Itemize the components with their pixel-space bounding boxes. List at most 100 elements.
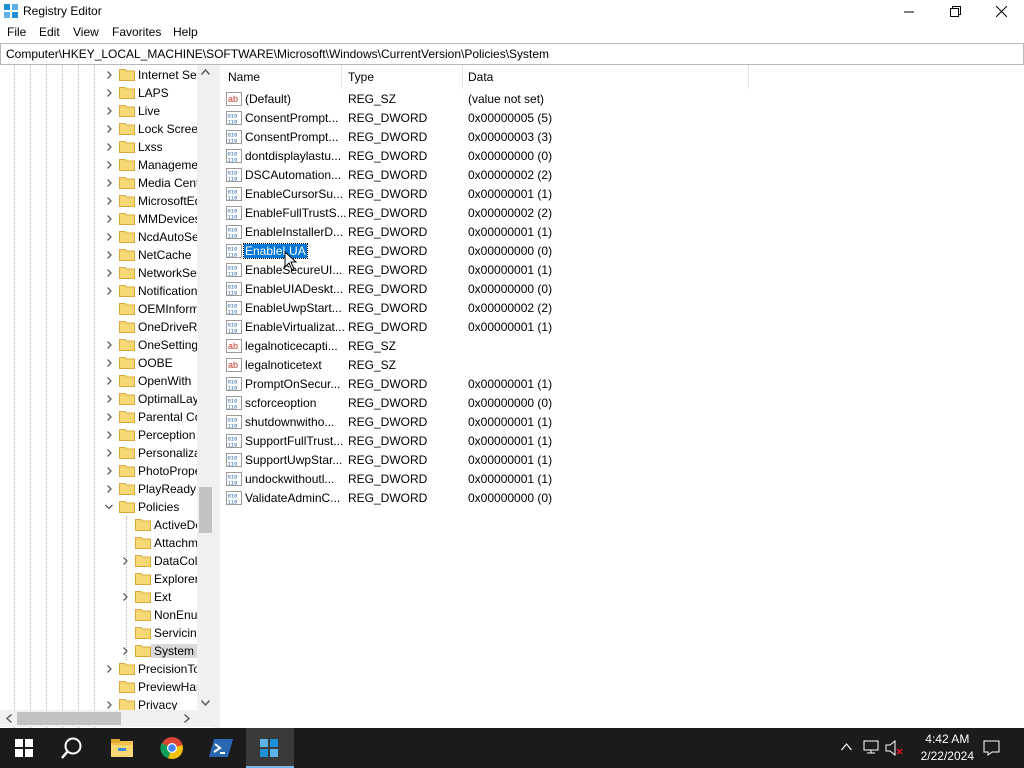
tree-item[interactable]: Live [0,102,200,120]
tree-item[interactable]: Lock Screen [0,120,205,138]
expand-chevron-icon[interactable] [104,123,114,135]
tree-item[interactable]: LAPS [0,84,200,102]
menu-edit[interactable]: Edit [39,25,60,39]
tree-item[interactable]: DataCol [0,552,200,570]
value-row[interactable]: 010 110 SupportFullTrust... REG_DWORD 0x0000… [220,432,820,451]
value-row[interactable]: 010 110 SupportUwpStar... REG_DWORD 0x000000… [220,451,820,470]
tree-item[interactable]: System [0,642,200,660]
tree-item[interactable]: MicrosoftEd [0,192,201,210]
expand-chevron-icon[interactable] [104,141,114,153]
expand-chevron-icon[interactable] [104,87,114,99]
taskbar-powershell[interactable] [197,728,245,768]
close-button[interactable] [978,0,1024,23]
expand-chevron-icon[interactable] [104,393,114,405]
minimize-button[interactable] [886,0,932,23]
expand-chevron-icon[interactable] [104,339,114,351]
collapse-chevron-icon[interactable] [104,501,114,513]
column-header-type[interactable]: Type [348,70,374,84]
value-row[interactable]: 010 110 EnableInstallerD... REG_DWORD 0x0000… [220,223,820,242]
expand-chevron-icon[interactable] [104,375,114,387]
tree-horizontal-scrollbar[interactable] [0,710,214,727]
tree-item[interactable]: OpenWith [0,372,200,390]
taskbar-clock[interactable]: 4:42 AM 2/22/2024 [921,731,974,765]
expand-chevron-icon[interactable] [104,465,114,477]
value-row[interactable]: 010 110 shutdownwitho... REG_DWORD 0x0000000… [220,413,820,432]
expand-chevron-icon[interactable] [104,105,114,117]
column-divider[interactable] [341,65,342,89]
value-row[interactable]: 010 110 ValidateAdminC... REG_DWORD 0x000000… [220,489,820,508]
tree-item[interactable]: OneSetting [0,336,200,354]
tree-item[interactable]: Parental Co [0,408,201,426]
expand-chevron-icon[interactable] [104,357,114,369]
scroll-right-icon[interactable] [184,714,190,723]
value-row[interactable]: 010 110 undockwithoutl... REG_DWORD 0x000000… [220,470,820,489]
tree-item[interactable]: PreviewHar [0,678,200,696]
tree-item[interactable]: Media Cent [0,174,200,192]
scroll-up-icon[interactable] [201,69,210,75]
expand-chevron-icon[interactable] [104,411,114,423]
value-row[interactable]: 010 110 ConsentPrompt... REG_DWORD 0x0000000… [220,109,820,128]
search-button[interactable] [48,728,96,768]
tree-item[interactable]: OneDriveRa [0,318,204,336]
value-row[interactable]: 010 110 ConsentPrompt... REG_DWORD 0x0000000… [220,128,820,147]
value-row[interactable]: 010 110 EnableVirtualizat... REG_DWORD 0x000… [220,318,820,337]
address-bar[interactable]: Computer\HKEY_LOCAL_MACHINE\SOFTWARE\Mic… [0,43,1024,65]
tree-item[interactable]: Perception [0,426,200,444]
expand-chevron-icon[interactable] [104,249,114,261]
tree-vertical-scrollbar[interactable] [197,65,214,711]
network-icon[interactable] [863,740,879,754]
expand-chevron-icon[interactable] [120,555,130,567]
show-hidden-icons-icon[interactable] [841,743,852,751]
scroll-left-icon[interactable] [6,714,12,723]
expand-chevron-icon[interactable] [104,69,114,81]
column-divider[interactable] [462,65,463,89]
tree-item[interactable]: NcdAutoSe [0,228,200,246]
value-row[interactable]: ab legalnoticecapti... REG_SZ [220,337,820,356]
tree-item[interactable]: Personaliza [0,444,201,462]
expand-chevron-icon[interactable] [104,213,114,225]
tree-vscroll-thumb[interactable] [199,487,212,533]
expand-chevron-icon[interactable] [120,591,130,603]
expand-chevron-icon[interactable] [104,159,114,171]
tree-item[interactable]: OOBE [0,354,200,372]
value-row[interactable]: 010 110 scforceoption REG_DWORD 0x00000000 (… [220,394,820,413]
taskbar-chrome[interactable] [148,728,196,768]
expand-chevron-icon[interactable] [104,663,114,675]
tree-item[interactable]: Notification [0,282,200,300]
tree-item[interactable]: Manageme [0,156,200,174]
tree-item[interactable]: PlayReady [0,480,200,498]
column-divider[interactable] [748,65,749,89]
menu-favorites[interactable]: Favorites [112,25,161,39]
volume-muted-icon[interactable] [885,740,903,756]
taskbar-registry-editor[interactable] [246,728,294,768]
menu-help[interactable]: Help [173,25,198,39]
value-row[interactable]: 010 110 EnableSecureUI... REG_DWORD 0x000000… [220,261,820,280]
tree-hscroll-thumb[interactable] [17,712,121,725]
scroll-down-icon[interactable] [201,700,210,706]
expand-chevron-icon[interactable] [104,285,114,297]
value-row[interactable]: 010 110 EnableFullTrustS... REG_DWORD 0x0000… [220,204,820,223]
menu-file[interactable]: File [7,25,26,39]
value-row[interactable]: 010 110 EnableUIADeskt... REG_DWORD 0x000000… [220,280,820,299]
tree-item[interactable]: Ext [0,588,200,606]
expand-chevron-icon[interactable] [104,447,114,459]
key-tree[interactable]: Internet Set LAPS Live Lock Screen Lxss Manag… [0,65,214,728]
expand-chevron-icon[interactable] [104,177,114,189]
value-row[interactable]: 010 110 dontdisplaylastu... REG_DWORD 0x0000… [220,147,820,166]
tree-item[interactable]: Attachm [0,534,200,552]
tree-item[interactable]: PhotoPrope [0,462,201,480]
value-row[interactable]: 010 110 EnableCursorSu... REG_DWORD 0x000000… [220,185,820,204]
value-row[interactable]: ab legalnoticetext REG_SZ [220,356,820,375]
tree-item[interactable]: NetCache [0,246,200,264]
expand-chevron-icon[interactable] [104,429,114,441]
start-button[interactable] [0,728,48,768]
column-header-data[interactable]: Data [468,70,493,84]
tree-item[interactable]: PrecisionTo [0,660,200,678]
tree-item[interactable]: MMDevices [0,210,201,228]
value-row[interactable]: 010 110 PromptOnSecur... REG_DWORD 0x0000000… [220,375,820,394]
title-bar[interactable]: Registry Editor [0,0,1024,23]
tree-item[interactable]: Explorer [0,570,200,588]
expand-chevron-icon[interactable] [104,231,114,243]
tree-item[interactable]: NetworkSer [0,264,201,282]
value-list[interactable]: Name Type Data ab (Default) REG_SZ (value n… [220,65,1024,728]
